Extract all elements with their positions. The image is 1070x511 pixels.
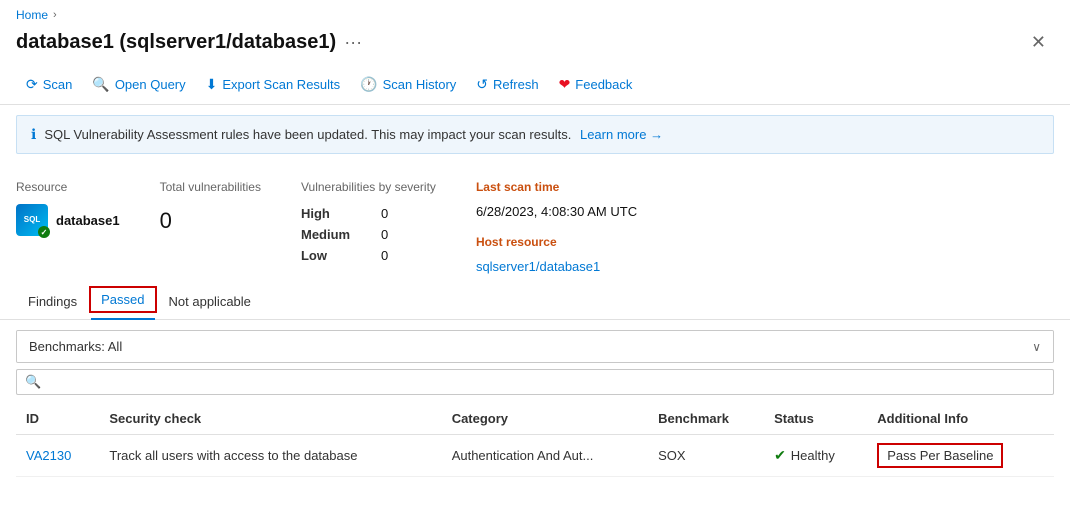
vulns-severity-block: Vulnerabilities by severity High 0 Mediu…	[301, 180, 436, 274]
table-header-row: ID Security check Category Benchmark Sta…	[16, 403, 1054, 435]
breadcrumb-bar: Home ›	[0, 0, 1070, 24]
toolbar: ⟳ Scan 🔍 Open Query ⬇ Export Scan Result…	[0, 65, 1070, 105]
export-button[interactable]: ⬇ Export Scan Results	[196, 71, 351, 98]
open-query-button[interactable]: 🔍 Open Query	[82, 71, 195, 98]
total-vulns-block: Total vulnerabilities 0	[160, 180, 261, 274]
filter-label: Benchmarks: All	[29, 339, 122, 354]
total-vulns-value: 0	[160, 208, 261, 234]
last-scan-label: Last scan time	[476, 180, 637, 194]
query-icon: 🔍	[92, 76, 109, 93]
cell-security-check: Track all users with access to the datab…	[99, 435, 441, 477]
resource-name: database1	[56, 213, 120, 228]
search-icon: 🔍	[25, 374, 41, 390]
low-value: 0	[381, 248, 388, 263]
learn-more-link[interactable]: Learn more →	[580, 127, 663, 142]
col-status: Status	[764, 403, 867, 435]
filter-header[interactable]: Benchmarks: All ∨	[17, 331, 1053, 362]
col-security-check: Security check	[99, 403, 441, 435]
tab-not-applicable[interactable]: Not applicable	[157, 286, 263, 319]
feedback-icon: ❤	[559, 76, 571, 93]
last-scan-value: 6/28/2023, 4:08:30 AM UTC	[476, 204, 637, 219]
col-additional-info: Additional Info	[867, 403, 1054, 435]
summary-section: Resource SQL ✓ database1 Total vulnerabi…	[0, 164, 1070, 286]
info-banner: ℹ SQL Vulnerability Assessment rules hav…	[16, 115, 1054, 154]
col-category: Category	[442, 403, 648, 435]
close-button[interactable]: ✕	[1023, 28, 1054, 57]
host-label: Host resource	[476, 235, 637, 249]
filter-bar: Benchmarks: All ∨	[16, 330, 1054, 363]
healthy-icon: ✔	[774, 447, 786, 464]
cell-id: VA2130	[16, 435, 99, 477]
resource-label: Resource	[16, 180, 120, 194]
page-title: database1 (sqlserver1/database1)	[16, 31, 336, 54]
low-row: Low 0	[301, 248, 436, 263]
high-label: High	[301, 206, 361, 221]
tab-passed[interactable]: Passed	[89, 286, 156, 319]
scan-history-button[interactable]: 🕐 Scan History	[350, 71, 466, 98]
table-row: VA2130 Track all users with access to th…	[16, 435, 1054, 477]
id-link[interactable]: VA2130	[26, 448, 71, 463]
cell-additional-info: Pass Per Baseline	[867, 435, 1054, 477]
table-section: ID Security check Category Benchmark Sta…	[16, 403, 1054, 477]
col-id: ID	[16, 403, 99, 435]
medium-label: Medium	[301, 227, 361, 242]
breadcrumb-separator: ›	[53, 9, 57, 21]
scan-button[interactable]: ⟳ Scan	[16, 71, 82, 98]
resource-icon: SQL ✓	[16, 204, 48, 236]
results-table: ID Security check Category Benchmark Sta…	[16, 403, 1054, 477]
export-icon: ⬇	[206, 76, 218, 93]
resource-block: Resource SQL ✓ database1	[16, 180, 120, 274]
vulns-severity-label: Vulnerabilities by severity	[301, 180, 436, 194]
scan-icon: ⟳	[26, 76, 38, 93]
additional-info-box: Pass Per Baseline	[877, 443, 1003, 468]
col-benchmark: Benchmark	[648, 403, 764, 435]
refresh-icon: ↺	[476, 76, 488, 93]
chevron-down-icon: ∨	[1032, 340, 1041, 354]
medium-row: Medium 0	[301, 227, 436, 242]
resource-check-icon: ✓	[38, 226, 50, 238]
title-row: database1 (sqlserver1/database1) ··· ✕	[0, 24, 1070, 65]
cell-category: Authentication And Aut...	[442, 435, 648, 477]
total-vulns-label: Total vulnerabilities	[160, 180, 261, 194]
host-link[interactable]: sqlserver1/database1	[476, 259, 637, 274]
refresh-button[interactable]: ↺ Refresh	[466, 71, 548, 98]
high-value: 0	[381, 206, 388, 221]
history-icon: 🕐	[360, 76, 377, 93]
status-label: Healthy	[791, 448, 835, 463]
tab-findings[interactable]: Findings	[16, 286, 89, 319]
passed-tab-label: Passed	[101, 292, 144, 307]
vuln-rows: High 0 Medium 0 Low 0	[301, 206, 436, 263]
medium-value: 0	[381, 227, 388, 242]
search-bar[interactable]: 🔍	[16, 369, 1054, 395]
scan-info-block: Last scan time 6/28/2023, 4:08:30 AM UTC…	[476, 180, 637, 274]
tabs: Findings Passed Not applicable	[16, 286, 1054, 319]
low-label: Low	[301, 248, 361, 263]
banner-text: SQL Vulnerability Assessment rules have …	[44, 127, 663, 142]
feedback-button[interactable]: ❤ Feedback	[549, 71, 643, 98]
title-dots-icon[interactable]: ···	[344, 32, 362, 53]
resource-display: SQL ✓ database1	[16, 204, 120, 236]
breadcrumb-home[interactable]: Home	[16, 8, 48, 22]
cell-status: ✔ Healthy	[764, 435, 867, 477]
search-input[interactable]	[47, 375, 1045, 390]
tabs-section: Findings Passed Not applicable	[0, 286, 1070, 320]
cell-benchmark: SOX	[648, 435, 764, 477]
info-circle-icon: ℹ	[31, 126, 36, 143]
high-row: High 0	[301, 206, 436, 221]
